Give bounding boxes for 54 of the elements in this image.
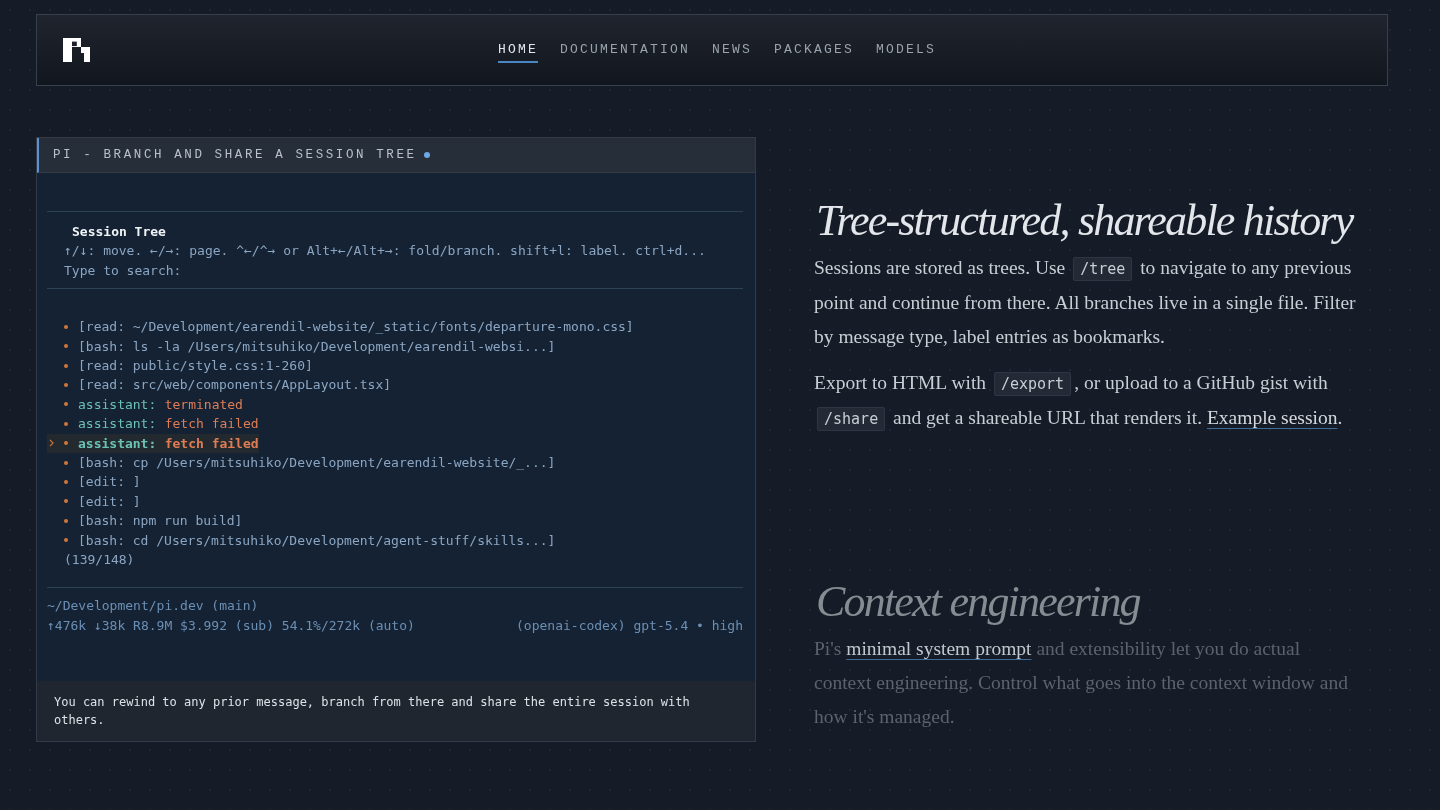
section-heading: Tree-structured, shareable history (816, 195, 1355, 247)
chevron-icon (49, 439, 54, 448)
paragraph: Pi's minimal system prompt and extensibility let you do actual context engineering. Control what goes into the context window and how it's managed. (814, 637, 1349, 729)
role-label: assistant: (78, 434, 157, 453)
tree-entry[interactable]: [read: ~/Development/earendil-website/_static/fonts/departure-mono.css] (78, 317, 634, 337)
card-title: PI - BRANCH AND SHARE A SESSION TREE (53, 148, 417, 162)
paragraph: Export to HTML with /export , or upload to a GitHub gist with /share and get a shareable URL that renders it. Example session. (814, 366, 1359, 436)
nav-link[interactable]: HOME (497, 37, 538, 63)
tree-entry[interactable]: [read: src/web/components/AppLayout.tsx] (78, 375, 392, 395)
code-snippet: /tree (1073, 257, 1133, 281)
bullet-icon (64, 344, 68, 349)
bullet-icon (64, 460, 68, 465)
usage-stats: ↑476k ↓38k R8.9M $3.992 (sub) 54.1%/272k (auto) (47, 616, 415, 635)
role-label: assistant: (78, 415, 157, 434)
selected-row[interactable]: assistant: fetch failed (47, 433, 259, 453)
message-text[interactable]: fetch failed (164, 433, 259, 453)
tree-entry[interactable]: [bash: npm run build] (78, 511, 243, 531)
item-count: (139/148) (63, 550, 136, 569)
text-link[interactable]: Example session (1206, 407, 1338, 428)
model-info: (openai-codex) gpt-5.4 • high (516, 616, 743, 635)
bullet-icon (64, 363, 68, 368)
bullet-icon (64, 421, 68, 426)
bullet-icon (64, 402, 68, 407)
card-caption: You can rewind to any prior message, branch from there and share the entire session with others. (53, 694, 691, 729)
section-heading: Context engineering (816, 576, 1141, 628)
nav-link[interactable]: NEWS (712, 37, 752, 63)
bullet-icon (64, 383, 68, 388)
tree-entry[interactable]: [bash: cp /Users/mitsuhiko/Development/earendil-website/_...] (78, 452, 556, 473)
bullet-icon (64, 538, 68, 543)
search-prompt[interactable]: Type to search: (47, 260, 743, 281)
bullet-icon (64, 480, 68, 485)
code-snippet: /export (993, 372, 1072, 396)
tree-entry[interactable]: [bash: cd /Users/mitsuhiko/Development/agent-stuff/skills...] (78, 530, 556, 550)
tree-entry[interactable]: [edit: ] (78, 491, 141, 512)
bullet-icon (64, 518, 68, 523)
code-snippet: /share (817, 407, 886, 431)
nav-link[interactable]: MODELS (876, 37, 937, 63)
working-directory: ~/Development/pi.dev (main) (47, 597, 260, 616)
key-help: ↑/↓: move. ←/→: page. ^←/^→ or Alt+←/Alt+→: fold/branch. shift+l: label. ctrl+d... (63, 242, 707, 261)
nav-link[interactable]: PACKAGES (774, 37, 855, 63)
nav-link[interactable]: DOCUMENTATION (559, 37, 690, 63)
tree-entry[interactable]: [edit: ] (78, 472, 141, 492)
logo-icon[interactable] (63, 38, 90, 62)
paragraph: Sessions are stored as trees. Use /tree to navigate to any previous point and continue from there. All branches live in a single file. Filter by message type, label entries as bookmarks. (814, 256, 1357, 349)
text-link[interactable]: minimal system prompt (846, 638, 1032, 659)
tree-entry[interactable]: [read: public/style.css:1-260] (78, 356, 313, 376)
bullet-icon (64, 324, 68, 329)
bullet-icon (64, 499, 68, 504)
message-text[interactable]: terminated (164, 394, 243, 415)
role-label: assistant: (78, 395, 157, 414)
tree-entry[interactable]: [bash: ls -la /Users/mitsuhiko/Development/earendil-websi...] (78, 336, 556, 356)
message-text[interactable]: fetch failed (164, 414, 259, 434)
bullet-icon (64, 441, 68, 446)
tree-title: Session Tree (71, 223, 167, 241)
